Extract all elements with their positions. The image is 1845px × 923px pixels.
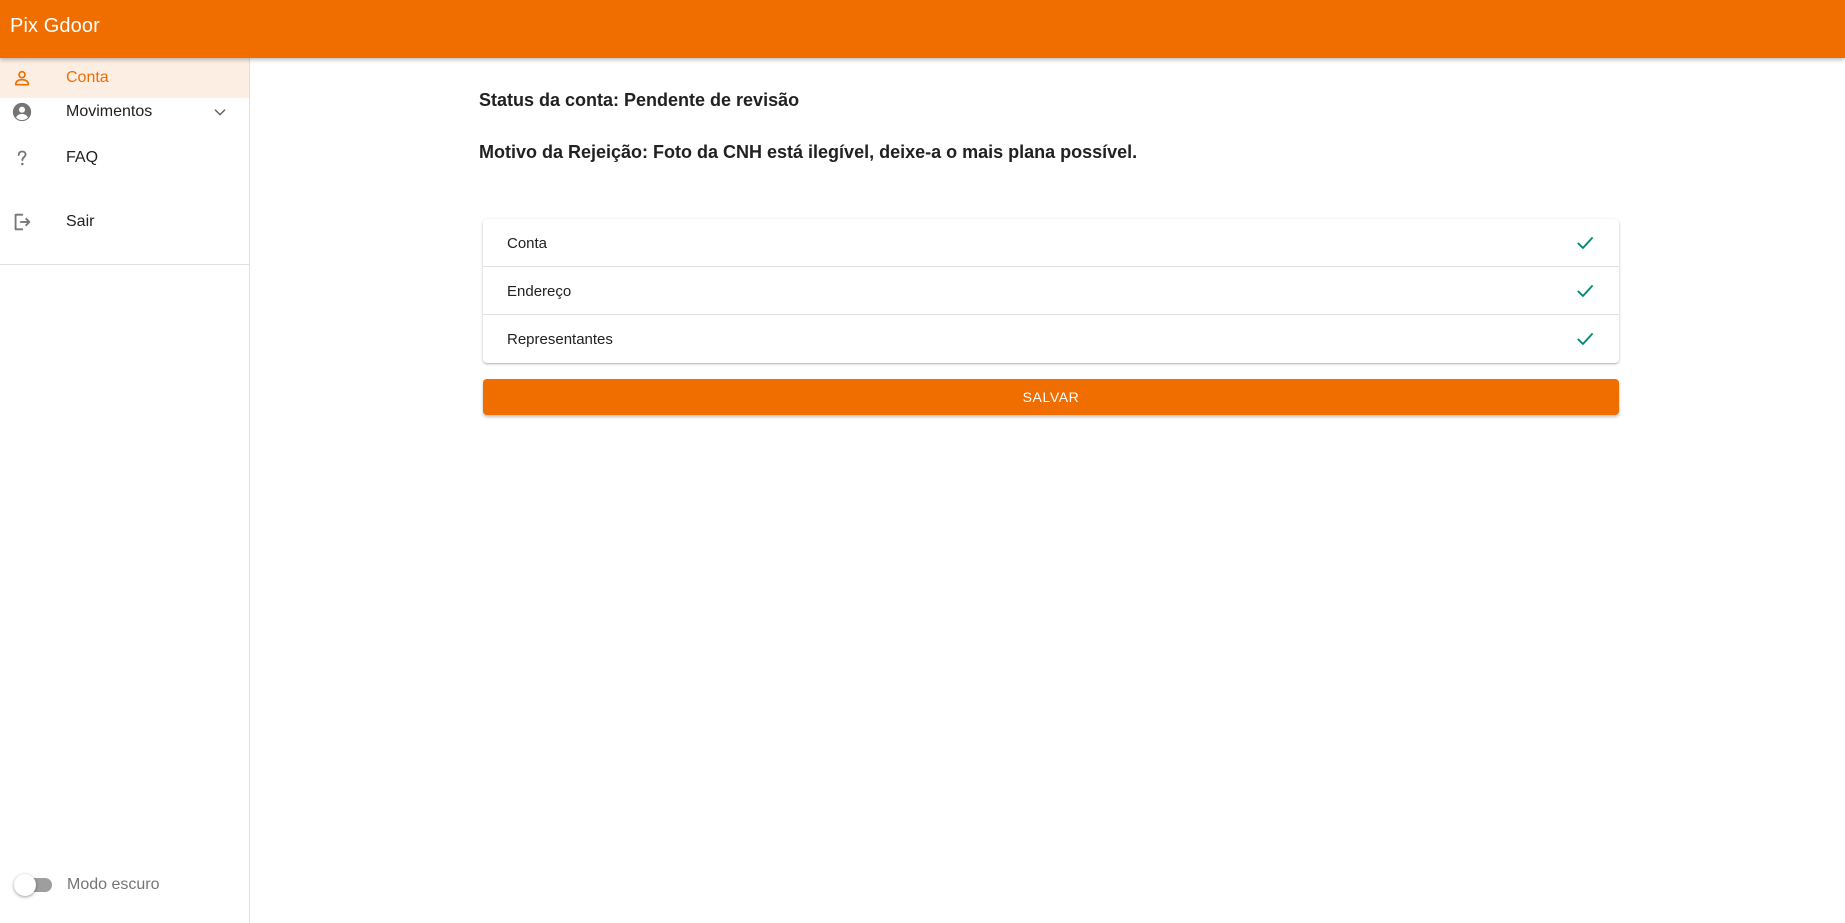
step-row-conta[interactable]: Conta: [483, 219, 1619, 267]
step-row-endereco[interactable]: Endereço: [483, 267, 1619, 315]
step-label: Representantes: [507, 331, 613, 348]
switch-thumb: [14, 874, 36, 896]
dark-mode-label: Modo escuro: [67, 876, 160, 893]
account-circle-icon: [10, 100, 34, 124]
dark-mode-toggle[interactable]: Modo escuro: [14, 872, 214, 898]
chevron-down-icon[interactable]: [210, 102, 230, 122]
app-bar: Pix Gdoor: [0, 0, 1845, 58]
account-status: Status da conta: Pendente de revisão: [479, 90, 800, 110]
rejection-reason: Motivo da Rejeição: Foto da CNH está ile…: [479, 142, 1138, 162]
sidebar-item-label: Movimentos: [66, 103, 153, 120]
sidebar-item-label: FAQ: [66, 149, 99, 166]
check-icon: [1573, 231, 1597, 255]
check-icon: [1573, 327, 1597, 351]
sidebar-item-sair[interactable]: Sair: [0, 202, 249, 242]
save-button[interactable]: SALVAR: [483, 379, 1619, 415]
question-mark-icon: [10, 146, 34, 170]
sidebar-item-movimentos[interactable]: Movimentos: [0, 92, 249, 132]
sidebar: Conta Movimentos FAQ Sair Modo escuro: [0, 58, 250, 923]
main-content: Status da conta: Pendente de revisão Mot…: [251, 58, 1845, 923]
logout-icon: [10, 210, 34, 234]
step-label: Endereço: [507, 283, 572, 300]
person-outline-icon: [10, 66, 34, 90]
step-row-representantes[interactable]: Representantes: [483, 315, 1619, 363]
sidebar-item-faq[interactable]: FAQ: [0, 138, 249, 178]
check-icon: [1573, 279, 1597, 303]
sidebar-item-label: Sair: [66, 213, 95, 230]
app-title: Pix Gdoor: [10, 15, 100, 37]
sidebar-divider: [0, 264, 249, 265]
step-label: Conta: [507, 235, 548, 252]
dark-mode-switch[interactable]: [14, 874, 52, 896]
sidebar-item-label: Conta: [66, 69, 109, 86]
registration-steps-list: Conta Endereço Representantes: [483, 219, 1619, 363]
